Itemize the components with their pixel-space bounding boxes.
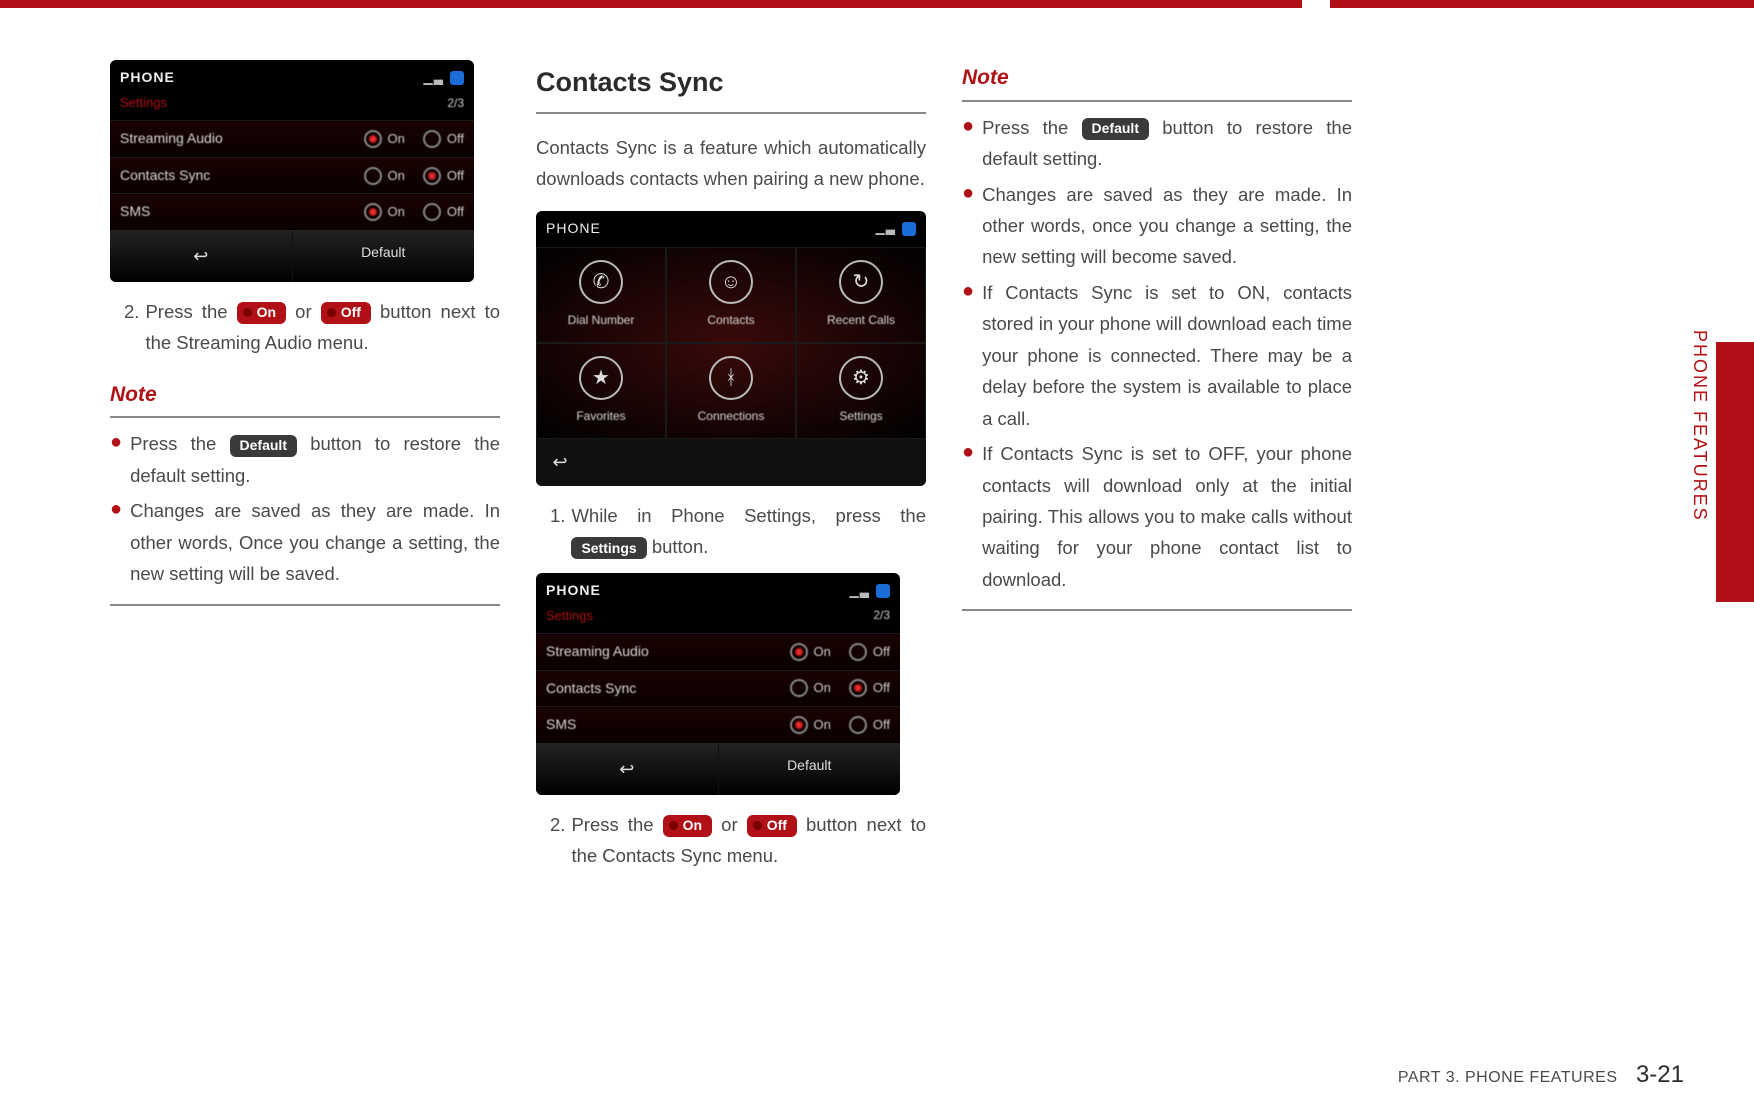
phone-icon: ✆ (579, 260, 623, 304)
shot1-page-indicator: 2/3 (447, 93, 464, 113)
star-icon: ★ (579, 356, 623, 400)
signal-icon: ▁▃ (424, 68, 444, 88)
footer-page-number: 3-21 (1636, 1061, 1684, 1088)
side-red-tab (1716, 342, 1754, 602)
note-item: If Contacts Sync is set to ON, contacts … (982, 277, 1352, 434)
radio-off-icon (849, 716, 867, 734)
gridshot-header: PHONE (546, 217, 601, 241)
radio-on-icon (423, 167, 441, 185)
radio-off-icon (790, 679, 808, 697)
section-divider (110, 604, 500, 606)
column-3: Note ● Press the Default button to resto… (962, 60, 1352, 878)
shot2-page-indicator: 2/3 (873, 605, 890, 625)
radio-off-icon (423, 130, 441, 148)
screenshot-phone-menu: PHONE ▁▃ ✆Dial Number ☺Contacts ↻Recent … (536, 211, 926, 486)
gear-icon: ⚙ (839, 356, 883, 400)
bullet-icon: ● (962, 179, 974, 273)
shot1-row1-label: Contacts Sync (120, 164, 210, 188)
note-item: Press the Default button to restore the … (130, 428, 500, 491)
default-badge: Default (230, 435, 297, 457)
shot1-header: PHONE (120, 66, 175, 90)
gridshot-back-button: ↩ (536, 439, 584, 486)
bullet-icon: ● (110, 495, 122, 589)
screenshot-phone-settings-1: PHONE ▁▃ Settings 2/3 Streaming Audio On… (110, 60, 474, 282)
shot2-sub: Settings (546, 605, 593, 627)
bullet-icon: ● (962, 112, 974, 175)
note-item: If Contacts Sync is set to OFF, your pho… (982, 438, 1352, 595)
step-number: 2. (124, 296, 139, 359)
top-red-bar-gap (1302, 0, 1330, 8)
shot1-row2-label: SMS (120, 200, 150, 224)
signal-icon: ▁▃ (850, 581, 870, 601)
intro-text: Contacts Sync is a feature which automat… (536, 132, 926, 195)
bullet-icon: ● (110, 428, 122, 491)
recent-icon: ↻ (839, 260, 883, 304)
radio-on-icon (364, 203, 382, 221)
footer-label: PART 3. PHONE FEATURES (1398, 1069, 1618, 1086)
step-text: While in Phone Settings, press the Setti… (571, 500, 926, 563)
page-content: PHONE ▁▃ Settings 2/3 Streaming Audio On… (110, 60, 1654, 1049)
step-number: 1. (550, 500, 565, 563)
step-number: 2. (550, 809, 565, 872)
off-badge: Off (321, 302, 371, 324)
shot1-row0-label: Streaming Audio (120, 127, 223, 151)
note-heading: Note (110, 377, 500, 419)
section-heading: Contacts Sync (536, 60, 926, 114)
column-2: Contacts Sync Contacts Sync is a feature… (536, 60, 926, 878)
person-icon: ☺ (709, 260, 753, 304)
bluetooth-icon: ᚼ (709, 356, 753, 400)
bluetooth-icon (876, 584, 890, 598)
step-text: Press the On or Off button next to the S… (145, 296, 500, 359)
shot2-header: PHONE (546, 579, 601, 603)
radio-on-icon (790, 643, 808, 661)
shot1-sub: Settings (120, 92, 167, 114)
bullet-icon: ● (962, 277, 974, 434)
bluetooth-icon (902, 222, 916, 236)
radio-on-icon (849, 679, 867, 697)
bluetooth-icon (450, 71, 464, 85)
page-footer: PART 3. PHONE FEATURES 3-21 (1398, 1061, 1684, 1089)
shot1-status-icons: ▁▃ (424, 68, 464, 88)
column-1: PHONE ▁▃ Settings 2/3 Streaming Audio On… (110, 60, 500, 878)
note-item: Press the Default button to restore the … (982, 112, 1352, 175)
shot2-back-button: ↩ (536, 744, 719, 795)
radio-on-icon (790, 716, 808, 734)
note-heading: Note (962, 60, 1352, 102)
on-badge: On (663, 815, 712, 837)
radio-off-icon (423, 203, 441, 221)
on-badge: On (237, 302, 286, 324)
default-badge: Default (1082, 118, 1149, 140)
shot1-back-button: ↩ (110, 231, 293, 282)
shot2-default-button: Default (719, 744, 901, 795)
radio-off-icon (364, 167, 382, 185)
side-tab-label: PHONE FEATURES (1690, 330, 1710, 620)
section-divider (962, 609, 1352, 611)
radio-off-icon (849, 643, 867, 661)
signal-icon: ▁▃ (876, 218, 896, 238)
radio-on-icon (364, 130, 382, 148)
step-text: Press the On or Off button next to the C… (571, 809, 926, 872)
top-red-bar (0, 0, 1754, 8)
settings-badge: Settings (571, 537, 646, 559)
off-badge: Off (747, 815, 797, 837)
shot1-default-button: Default (293, 231, 475, 282)
bullet-icon: ● (962, 438, 974, 595)
note-item: Changes are saved as they are made. In o… (130, 495, 500, 589)
note-item: Changes are saved as they are made. In o… (982, 179, 1352, 273)
screenshot-phone-settings-2: PHONE ▁▃ Settings 2/3 Streaming Audio On… (536, 573, 900, 795)
